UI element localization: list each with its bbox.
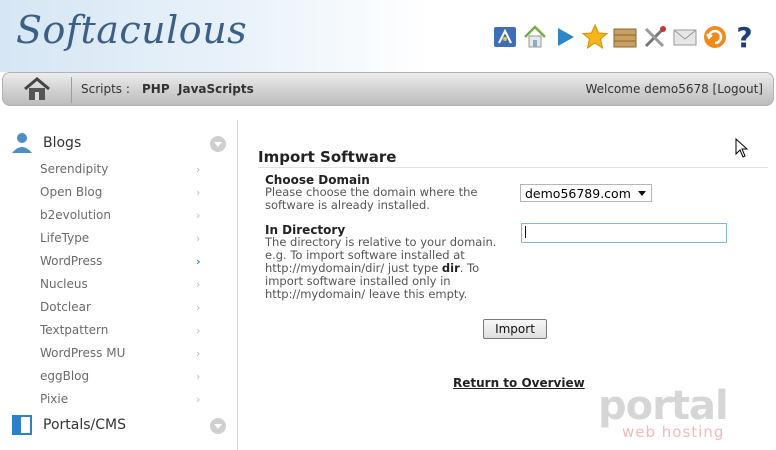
- category-label: Portals/CMS: [43, 417, 126, 433]
- category-blogs[interactable]: Blogs: [0, 128, 238, 158]
- chevron-right-icon: ›: [196, 324, 201, 337]
- watermark-sub: web hosting: [622, 423, 725, 441]
- category-label: Blogs: [43, 135, 82, 151]
- softaculous-window: Softaculous ? Scripts: PHP JavaScripts …: [0, 0, 776, 450]
- logo-banner: Softaculous: [0, 0, 430, 72]
- text-caret: [525, 226, 526, 238]
- chevron-right-icon: ›: [196, 301, 201, 314]
- sidebar-item-label: Dotclear: [40, 300, 91, 314]
- sidebar-item[interactable]: Textpattern ›: [0, 319, 238, 342]
- chevron-right-icon: ›: [196, 347, 201, 360]
- chevron-right-icon: ›: [196, 255, 201, 268]
- nav-bar: Scripts : PHP JavaScripts Welcome demo56…: [2, 72, 774, 106]
- mail-icon[interactable]: [670, 20, 699, 54]
- chevron-right-icon: ›: [196, 278, 201, 291]
- import-button[interactable]: Import: [483, 319, 547, 339]
- softaculous-logo[interactable]: Softaculous: [16, 8, 247, 52]
- sidebar: Blogs Serendipity › Open Blog › b2evolution ›…: [0, 120, 238, 450]
- sidebar-item[interactable]: b2evolution ›: [0, 204, 238, 227]
- sidebar-item-label: eggBlog: [40, 369, 90, 383]
- sidebar-item-label: Open Blog: [40, 185, 103, 199]
- directory-help-bold: dir: [441, 261, 460, 275]
- sidebar-item-label: Serendipity: [40, 162, 109, 176]
- help-icon[interactable]: ?: [730, 20, 759, 54]
- return-to-overview-link[interactable]: Return to Overview: [453, 376, 585, 390]
- welcome-logout[interactable]: Welcome demo5678 [Logout]: [585, 82, 763, 96]
- header: Softaculous ?: [0, 0, 776, 72]
- sidebar-item[interactable]: Dotclear ›: [0, 296, 238, 319]
- mouse-cursor-icon: [735, 138, 749, 158]
- sidebar-item-label: Pixie: [40, 392, 69, 406]
- user-icon: [12, 133, 32, 153]
- sidebar-item-label: Nucleus: [40, 277, 88, 291]
- nav-separator: [71, 77, 72, 103]
- nav-javascripts-link[interactable]: JavaScripts: [178, 82, 254, 96]
- sidebar-item[interactable]: Open Blog ›: [0, 181, 238, 204]
- refresh-icon[interactable]: [700, 20, 729, 54]
- domain-select[interactable]: demo56789.com: [520, 184, 652, 202]
- chevron-right-icon: ›: [196, 370, 201, 383]
- chevron-right-icon: ›: [196, 163, 201, 176]
- tools-icon[interactable]: [640, 20, 669, 54]
- sidebar-item-label: Textpattern: [40, 323, 109, 337]
- sidebar-item[interactable]: eggBlog ›: [0, 365, 238, 388]
- collapse-icon[interactable]: [210, 418, 226, 434]
- house-icon: [24, 77, 50, 100]
- portal-icon: [12, 415, 32, 435]
- watermark-logo: portal web hosting: [598, 383, 768, 443]
- in-directory-help: The directory is relative to your domain…: [265, 236, 505, 301]
- page-title: Import Software: [258, 148, 768, 168]
- star-icon[interactable]: [580, 20, 609, 54]
- scripts-label: Scripts :: [81, 82, 130, 96]
- sidebar-item[interactable]: Nucleus ›: [0, 273, 238, 296]
- chevron-right-icon: ›: [196, 393, 201, 406]
- choose-domain-help: Please choose the domain where the softw…: [265, 185, 478, 212]
- sidebar-item[interactable]: WordPress ›: [0, 250, 238, 273]
- sidebar-item-label: b2evolution: [40, 208, 112, 222]
- sidebar-item-label: LifeType: [40, 231, 90, 245]
- home-icon[interactable]: [520, 20, 549, 54]
- nav-php-link[interactable]: PHP: [142, 82, 170, 96]
- box-icon[interactable]: [610, 20, 639, 54]
- demo-icon[interactable]: [490, 20, 519, 54]
- play-icon[interactable]: [550, 20, 579, 54]
- sidebar-item[interactable]: WordPress MU ›: [0, 342, 238, 365]
- chevron-right-icon: ›: [196, 209, 201, 222]
- directory-input-caret: [521, 223, 727, 243]
- collapse-icon[interactable]: [210, 136, 226, 152]
- toolbar-icons: ?: [490, 20, 759, 54]
- sidebar-item[interactable]: Serendipity ›: [0, 158, 238, 181]
- sidebar-item-label: WordPress: [40, 254, 103, 268]
- sidebar-item-label: WordPress MU: [40, 346, 126, 360]
- chevron-right-icon: ›: [196, 186, 201, 199]
- chevron-right-icon: ›: [196, 232, 201, 245]
- sidebar-item[interactable]: Pixie ›: [0, 388, 238, 411]
- help-glyph: ?: [736, 20, 753, 54]
- nav-home-button[interactable]: [17, 75, 57, 103]
- domain-select-value: demo56789.com: [525, 186, 631, 201]
- dropdown-caret-icon: [638, 191, 646, 196]
- sidebar-item[interactable]: LifeType ›: [0, 227, 238, 250]
- category-portals-cms[interactable]: Portals/CMS: [0, 410, 238, 440]
